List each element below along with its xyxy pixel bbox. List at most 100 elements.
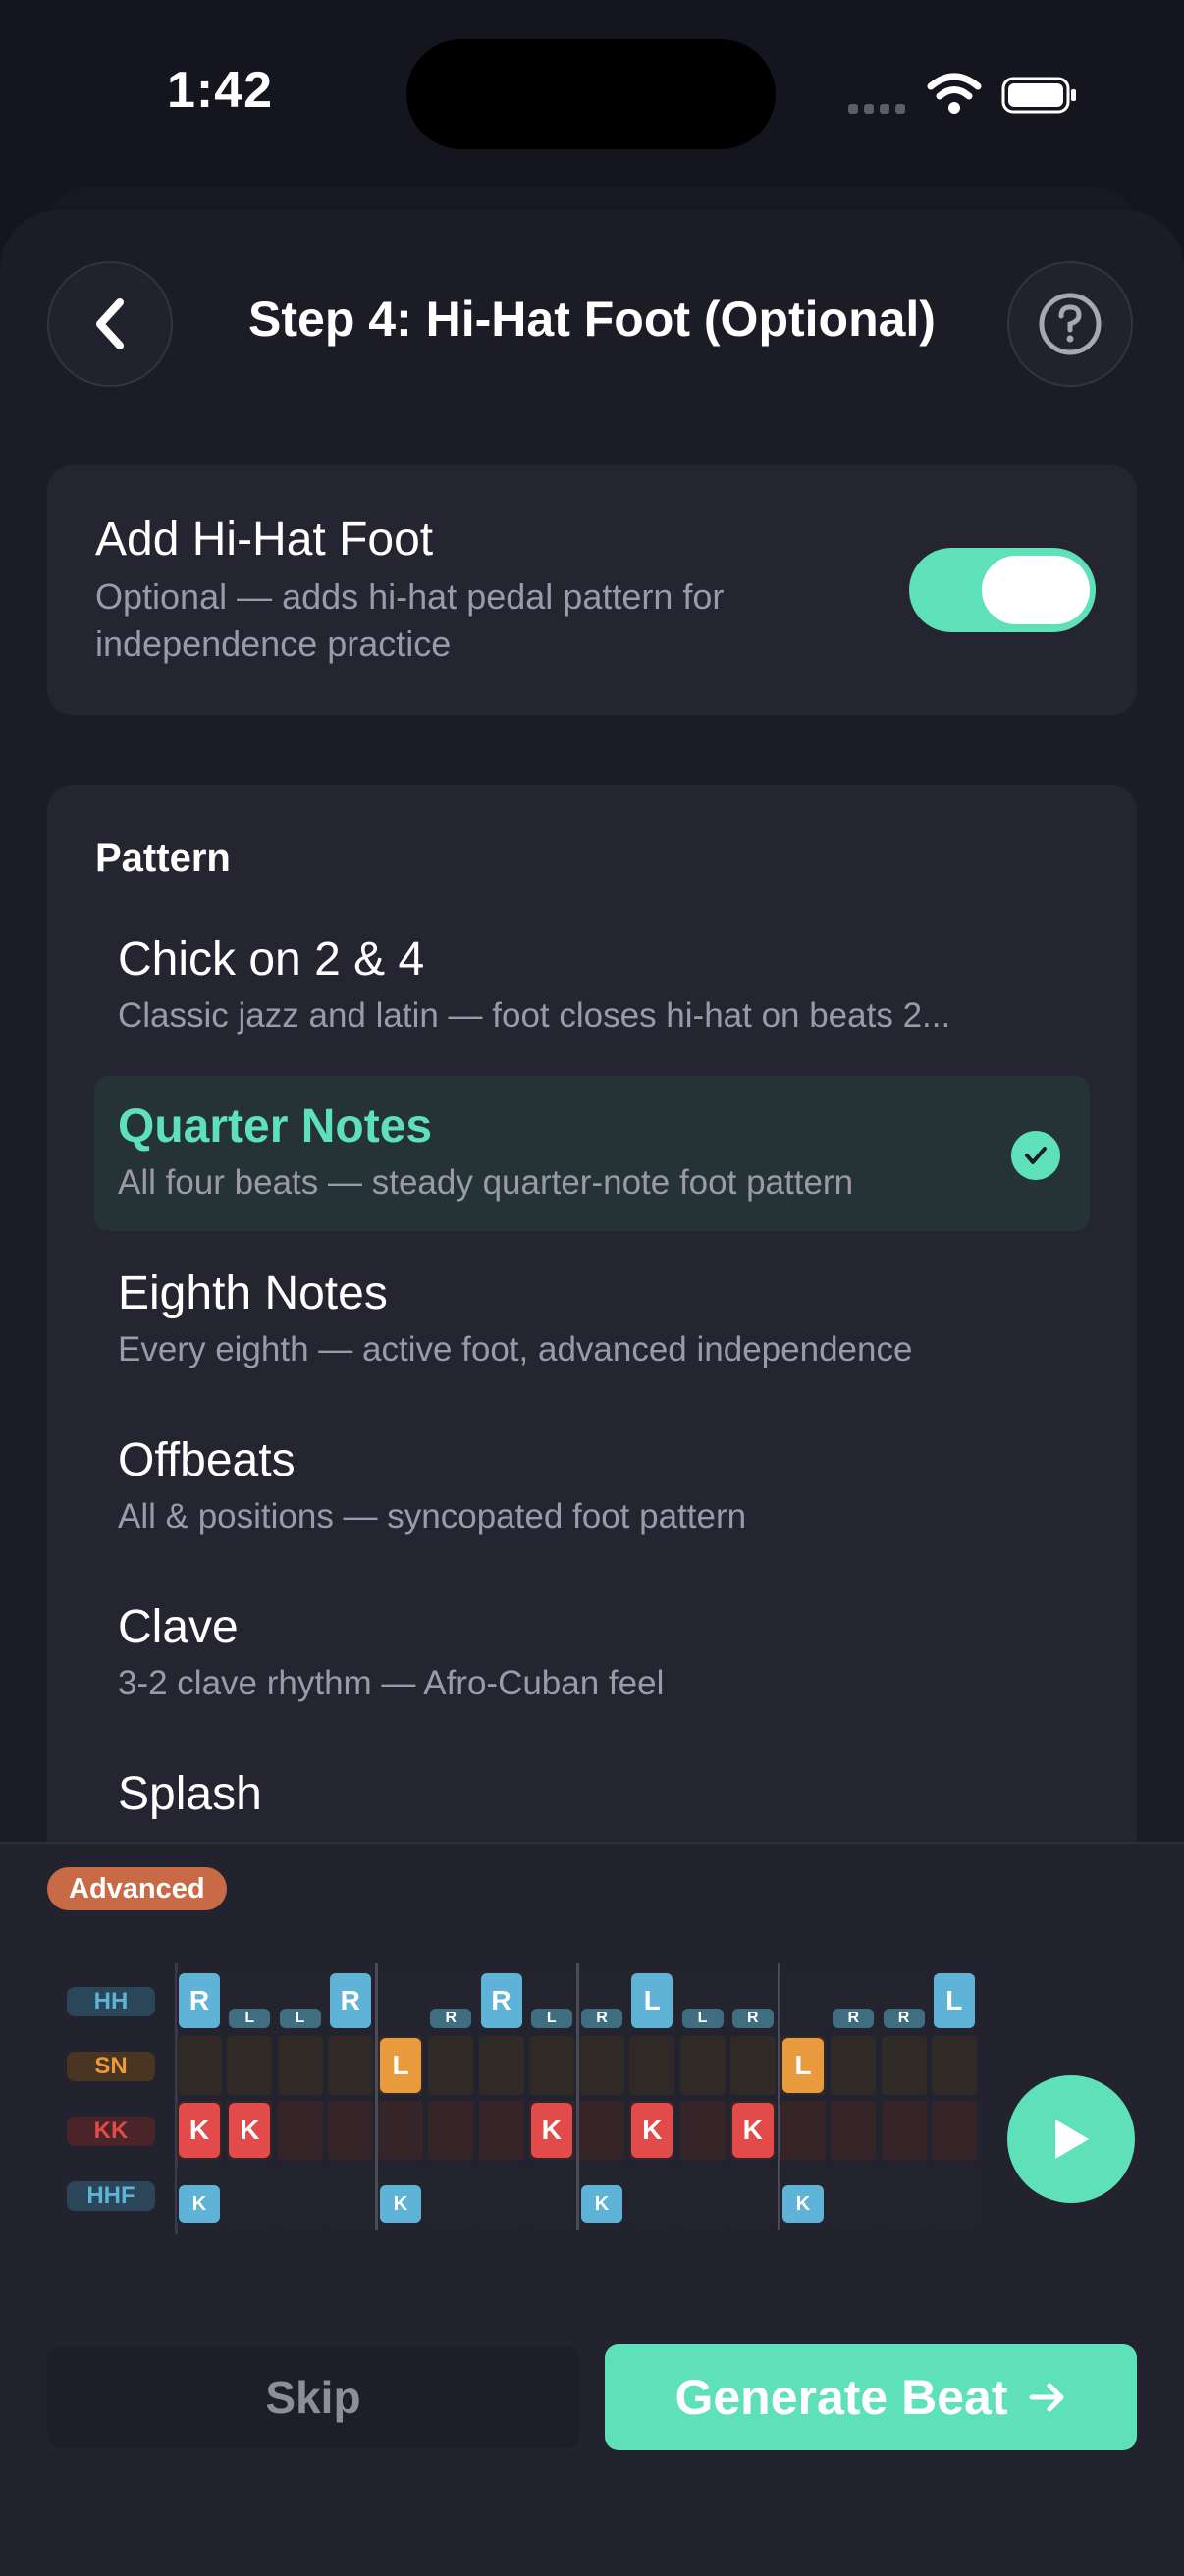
grid-cell [679,2101,726,2160]
note-hh: R [329,1973,371,2028]
beat-divider [778,1963,780,2230]
pattern-option-chick[interactable]: Chick on 2 & 4 Classic jazz and latin — … [118,933,950,1036]
option-subtitle: Classic jazz and latin — foot closes hi-… [118,996,951,1035]
pattern-option-clave[interactable]: Clave 3-2 clave rhythm — Afro-Cuban feel [118,1600,664,1703]
note-hh: L [229,2009,271,2028]
note-hh: L [631,1973,673,2028]
battery-icon [1001,77,1076,114]
note-sn: L [380,2038,421,2093]
grid-cell [277,2166,323,2225]
wifi-icon [927,73,982,114]
skip-label: Skip [265,2372,361,2423]
option-title: Chick on 2 & 4 [118,934,425,986]
note-sn: L [782,2038,824,2093]
note-hh: R [480,1973,522,2028]
note-hhf: K [380,2185,421,2223]
checkmark-icon [1011,1131,1060,1180]
option-subtitle: Every eighth — active foot, advanced ind… [118,1330,913,1368]
note-hh: R [179,1973,220,2028]
play-icon [1055,2120,1089,2159]
note-hh: R [883,2009,925,2028]
grid-cell [277,2101,323,2160]
option-title: Offbeats [118,1434,296,1486]
grid-cell [227,2036,273,2095]
row-label-hh: HH [67,1987,155,2016]
option-subtitle: All & positions — syncopated foot patter… [118,1497,747,1535]
status-time: 1:42 [167,62,274,119]
note-kk: K [229,2103,271,2158]
grid-cell [679,2166,726,2225]
dynamic-island [406,39,776,149]
option-title: Splash [118,1768,262,1820]
grid-cell [378,2101,423,2160]
row-label-hhf: HHF [67,2181,155,2211]
grid-cell [227,2166,273,2225]
note-kk: K [530,2103,572,2158]
beat-grid: RLLRRRLRLLRRRLLLKKKKKKKKK [177,1963,982,2230]
grid-cell [831,2166,877,2225]
grid-cell [327,2036,373,2095]
play-button[interactable] [1007,2075,1135,2203]
cellular-signal-icon [848,104,909,114]
grid-cell [881,2036,927,2095]
grid-cell [931,2166,977,2225]
back-button[interactable] [47,261,173,387]
note-hhf: K [581,2185,622,2223]
note-hh: R [731,2009,774,2028]
grid-cell [277,2036,323,2095]
generate-beat-button[interactable]: Generate Beat [605,2344,1137,2450]
grid-cell [780,1971,826,2030]
grid-cell [378,1971,423,2030]
grid-cell [629,2166,675,2225]
page-title: Step 4: Hi-Hat Foot (Optional) [248,292,936,347]
note-hhf: K [782,2185,824,2223]
note-hh: L [530,2009,572,2028]
pattern-option-quarter-notes[interactable]: Quarter Notes All four beats — steady qu… [118,1100,853,1203]
option-title: Clave [118,1601,239,1653]
switch-knob[interactable] [982,556,1090,624]
grid-cell [931,2036,977,2095]
note-kk: K [179,2103,220,2158]
grid-cell [679,2036,726,2095]
grid-cell [428,2036,474,2095]
skip-button[interactable]: Skip [47,2346,579,2448]
difficulty-badge: Advanced [47,1867,227,1910]
option-title: Quarter Notes [118,1100,433,1153]
option-subtitle: 3-2 clave rhythm — Afro-Cuban feel [118,1664,665,1702]
beat-divider [576,1963,579,2230]
grid-cell [579,2101,624,2160]
question-circle-icon [1039,293,1102,355]
note-hh: L [279,2009,321,2028]
pattern-option-eighth-notes[interactable]: Eighth Notes Every eighth — active foot,… [118,1266,912,1369]
grid-cell [881,2166,927,2225]
generate-label: Generate Beat [674,2370,1008,2425]
grid-cell [428,2101,474,2160]
option-title: Eighth Notes [118,1267,388,1319]
note-hh: R [833,2009,875,2028]
note-hh: L [681,2009,724,2028]
chevron-left-icon [96,298,124,349]
option-subtitle: All four beats — steady quarter-note foo… [118,1163,854,1202]
grid-cell [528,2036,574,2095]
toggle-title: Add Hi-Hat Foot [95,513,434,565]
row-label-sn: SN [67,2052,155,2081]
grid-cell [729,2036,776,2095]
grid-cell [478,2101,524,2160]
grid-cell [528,2166,574,2225]
grid-cell [327,2166,373,2225]
grid-cell [428,2166,474,2225]
note-hh: R [430,2009,472,2028]
pattern-option-offbeats[interactable]: Offbeats All & positions — syncopated fo… [118,1433,746,1536]
note-hh: L [933,1973,975,2028]
grid-cell [478,2036,524,2095]
note-kk: K [631,2103,673,2158]
arrow-right-icon [1029,2383,1064,2412]
note-hh: R [581,2009,622,2028]
grid-cell [729,2166,776,2225]
beat-divider [375,1963,378,2230]
help-button[interactable] [1007,261,1133,387]
pattern-option-splash[interactable]: Splash [118,1767,262,1821]
grid-cell [579,2036,624,2095]
grid-cell [831,2101,877,2160]
grid-cell [177,2036,222,2095]
